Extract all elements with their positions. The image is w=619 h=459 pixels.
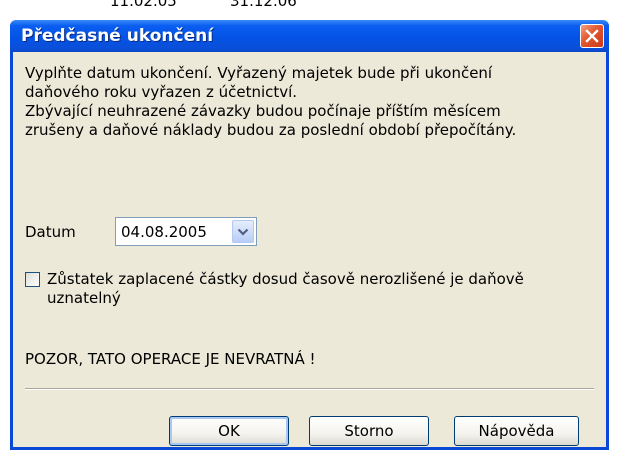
description-line: Vyplňte datum ukončení. Vyřazený majetek…	[25, 64, 493, 82]
background-date-left: 11.02.05	[110, 0, 177, 10]
date-dropdown-button[interactable]	[232, 220, 254, 243]
close-icon	[585, 29, 599, 43]
background-window-strip: 11.02.05 31.12.06	[0, 0, 619, 20]
cancel-button[interactable]: Storno	[309, 416, 429, 446]
dialog-window: Předčasné ukončení Vyplňte datum ukončen…	[10, 20, 609, 450]
description-line: daňového roku vyřazen z účetnictví.	[25, 83, 298, 101]
separator	[25, 388, 594, 390]
background-date-right: 31.12.06	[230, 0, 297, 10]
close-button[interactable]	[580, 24, 604, 48]
chevron-down-icon	[237, 228, 249, 236]
description-text: Vyplňte datum ukončení. Vyřazený majetek…	[25, 64, 595, 140]
help-button[interactable]: Nápověda	[454, 416, 579, 446]
date-label: Datum	[25, 223, 76, 241]
ok-button[interactable]: OK	[169, 416, 289, 446]
warning-text: POZOR, TATO OPERACE JE NEVRATNÁ !	[25, 350, 316, 368]
taxable-balance-checkbox[interactable]	[25, 272, 40, 287]
description-line: Zbývající neuhrazené závazky budou počín…	[25, 102, 501, 120]
date-picker[interactable]: 04.08.2005	[115, 217, 257, 246]
title-bar[interactable]: Předčasné ukončení	[10, 20, 609, 52]
date-value[interactable]: 04.08.2005	[121, 223, 207, 241]
taxable-balance-label[interactable]: Zůstatek zaplacené částky dosud časově n…	[47, 270, 602, 308]
description-line: zrušeny a daňové náklady budou za posled…	[25, 121, 517, 139]
dialog-body: Vyplňte datum ukončení. Vyřazený majetek…	[13, 52, 606, 447]
dialog-title: Předčasné ukončení	[21, 26, 214, 46]
